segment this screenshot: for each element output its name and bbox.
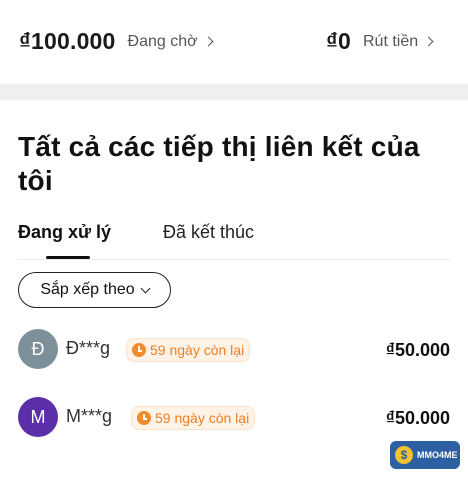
days-left-text: 59 ngày còn lại — [155, 410, 250, 426]
affiliate-row[interactable]: Đ Đ***g 59 ngày còn lại ₫50.000 — [18, 329, 450, 369]
tab-processing[interactable]: Đang xử lý — [18, 222, 111, 243]
active-tab-indicator — [46, 256, 90, 259]
pending-link[interactable]: Đang chờ — [127, 32, 214, 51]
pending-label: Đang chờ — [127, 32, 198, 50]
balance-bar: ₫100.000 Đang chờ ₫0 Rút tiền — [0, 0, 468, 84]
watermark-text: MMO4ME — [417, 450, 458, 460]
section-divider — [0, 84, 468, 100]
chevron-right-icon — [423, 36, 434, 47]
dollar-coin-icon: $ — [395, 446, 413, 464]
withdraw-amount: ₫0 — [326, 28, 351, 54]
affiliate-name: Đ***g — [66, 338, 111, 358]
clock-icon — [137, 411, 151, 425]
tab-ended[interactable]: Đã kết thúc — [163, 222, 254, 243]
pending-amount: ₫100.000 — [19, 28, 116, 54]
commission-amount: ₫50.000 — [385, 340, 450, 360]
sort-button[interactable]: Sắp xếp theo — [18, 272, 171, 308]
chevron-right-icon — [203, 36, 214, 47]
affiliate-row[interactable]: M M***g 59 ngày còn lại ₫50.000 — [18, 397, 450, 437]
avatar: M — [18, 397, 58, 437]
days-left-badge: 59 ngày còn lại — [126, 338, 251, 362]
days-left-text: 59 ngày còn lại — [150, 342, 245, 358]
watermark-logo: $ MMO4ME — [390, 441, 460, 469]
affiliate-name: M***g — [66, 406, 113, 426]
days-left-badge: 59 ngày còn lại — [131, 406, 256, 430]
clock-icon — [132, 343, 146, 357]
chevron-down-icon — [140, 283, 151, 293]
avatar: Đ — [18, 329, 58, 369]
withdraw-label: Rút tiền — [363, 32, 419, 50]
commission-amount: ₫50.000 — [385, 408, 450, 428]
sort-label: Sắp xếp theo — [40, 281, 135, 298]
withdraw-link[interactable]: Rút tiền — [363, 32, 434, 51]
withdraw-balance: ₫0 Rút tiền — [326, 28, 434, 55]
tab-bar: Đang xử lý Đã kết thúc — [18, 222, 450, 260]
pending-balance: ₫100.000 Đang chờ — [19, 28, 214, 55]
page-title: Tất cả các tiếp thị liên kết của tôi — [18, 131, 420, 196]
